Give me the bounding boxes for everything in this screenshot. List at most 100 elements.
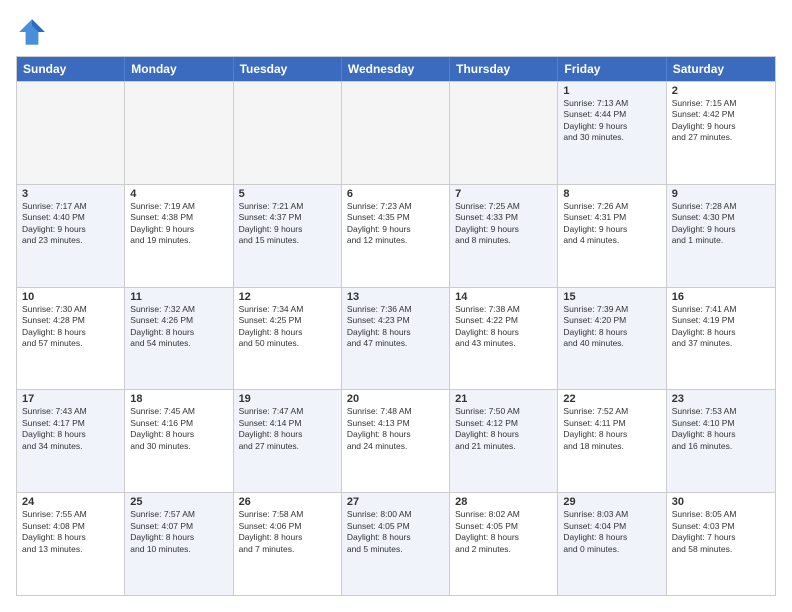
day-number: 27 [347,496,444,508]
cell-info: Sunrise: 7:21 AM Sunset: 4:37 PM Dayligh… [239,201,336,247]
day-number: 13 [347,291,444,303]
calendar-cell: 3Sunrise: 7:17 AM Sunset: 4:40 PM Daylig… [17,185,125,287]
calendar-cell: 1Sunrise: 7:13 AM Sunset: 4:44 PM Daylig… [558,82,666,184]
cell-info: Sunrise: 7:28 AM Sunset: 4:30 PM Dayligh… [672,201,770,247]
day-number: 8 [563,188,660,200]
day-number: 1 [563,85,660,97]
cell-info: Sunrise: 7:57 AM Sunset: 4:07 PM Dayligh… [130,509,227,555]
calendar-cell: 27Sunrise: 8:00 AM Sunset: 4:05 PM Dayli… [342,493,450,595]
cell-info: Sunrise: 7:41 AM Sunset: 4:19 PM Dayligh… [672,304,770,350]
calendar-cell: 18Sunrise: 7:45 AM Sunset: 4:16 PM Dayli… [125,390,233,492]
cell-info: Sunrise: 7:53 AM Sunset: 4:10 PM Dayligh… [672,406,770,452]
calendar-row-3: 10Sunrise: 7:30 AM Sunset: 4:28 PM Dayli… [17,287,775,390]
cell-info: Sunrise: 7:25 AM Sunset: 4:33 PM Dayligh… [455,201,552,247]
cell-info: Sunrise: 7:13 AM Sunset: 4:44 PM Dayligh… [563,98,660,144]
calendar-cell: 14Sunrise: 7:38 AM Sunset: 4:22 PM Dayli… [450,288,558,390]
cell-info: Sunrise: 7:19 AM Sunset: 4:38 PM Dayligh… [130,201,227,247]
day-number: 21 [455,393,552,405]
weekday-header-wednesday: Wednesday [342,57,450,81]
calendar-cell: 19Sunrise: 7:47 AM Sunset: 4:14 PM Dayli… [234,390,342,492]
cell-info: Sunrise: 7:36 AM Sunset: 4:23 PM Dayligh… [347,304,444,350]
day-number: 17 [22,393,119,405]
calendar-cell: 6Sunrise: 7:23 AM Sunset: 4:35 PM Daylig… [342,185,450,287]
day-number: 3 [22,188,119,200]
calendar-cell: 5Sunrise: 7:21 AM Sunset: 4:37 PM Daylig… [234,185,342,287]
weekday-header-monday: Monday [125,57,233,81]
day-number: 26 [239,496,336,508]
day-number: 22 [563,393,660,405]
day-number: 10 [22,291,119,303]
day-number: 23 [672,393,770,405]
cell-info: Sunrise: 8:00 AM Sunset: 4:05 PM Dayligh… [347,509,444,555]
cell-info: Sunrise: 7:23 AM Sunset: 4:35 PM Dayligh… [347,201,444,247]
weekday-header-tuesday: Tuesday [234,57,342,81]
day-number: 7 [455,188,552,200]
cell-info: Sunrise: 7:26 AM Sunset: 4:31 PM Dayligh… [563,201,660,247]
calendar-cell: 22Sunrise: 7:52 AM Sunset: 4:11 PM Dayli… [558,390,666,492]
calendar-row-4: 17Sunrise: 7:43 AM Sunset: 4:17 PM Dayli… [17,389,775,492]
day-number: 15 [563,291,660,303]
day-number: 9 [672,188,770,200]
cell-info: Sunrise: 7:47 AM Sunset: 4:14 PM Dayligh… [239,406,336,452]
calendar-cell: 4Sunrise: 7:19 AM Sunset: 4:38 PM Daylig… [125,185,233,287]
calendar-cell: 9Sunrise: 7:28 AM Sunset: 4:30 PM Daylig… [667,185,775,287]
day-number: 4 [130,188,227,200]
day-number: 19 [239,393,336,405]
day-number: 24 [22,496,119,508]
header [16,16,776,48]
calendar-cell: 15Sunrise: 7:39 AM Sunset: 4:20 PM Dayli… [558,288,666,390]
day-number: 14 [455,291,552,303]
day-number: 28 [455,496,552,508]
calendar-cell: 24Sunrise: 7:55 AM Sunset: 4:08 PM Dayli… [17,493,125,595]
cell-info: Sunrise: 8:02 AM Sunset: 4:05 PM Dayligh… [455,509,552,555]
day-number: 25 [130,496,227,508]
cell-info: Sunrise: 7:38 AM Sunset: 4:22 PM Dayligh… [455,304,552,350]
calendar-cell: 7Sunrise: 7:25 AM Sunset: 4:33 PM Daylig… [450,185,558,287]
weekday-header-sunday: Sunday [17,57,125,81]
calendar-cell: 8Sunrise: 7:26 AM Sunset: 4:31 PM Daylig… [558,185,666,287]
calendar-cell: 23Sunrise: 7:53 AM Sunset: 4:10 PM Dayli… [667,390,775,492]
calendar-cell [450,82,558,184]
cell-info: Sunrise: 7:34 AM Sunset: 4:25 PM Dayligh… [239,304,336,350]
calendar-cell: 17Sunrise: 7:43 AM Sunset: 4:17 PM Dayli… [17,390,125,492]
cell-info: Sunrise: 7:48 AM Sunset: 4:13 PM Dayligh… [347,406,444,452]
cell-info: Sunrise: 7:15 AM Sunset: 4:42 PM Dayligh… [672,98,770,144]
calendar-row-1: 1Sunrise: 7:13 AM Sunset: 4:44 PM Daylig… [17,81,775,184]
cell-info: Sunrise: 8:03 AM Sunset: 4:04 PM Dayligh… [563,509,660,555]
calendar-cell: 21Sunrise: 7:50 AM Sunset: 4:12 PM Dayli… [450,390,558,492]
day-number: 12 [239,291,336,303]
calendar-cell: 26Sunrise: 7:58 AM Sunset: 4:06 PM Dayli… [234,493,342,595]
cell-info: Sunrise: 7:43 AM Sunset: 4:17 PM Dayligh… [22,406,119,452]
weekday-header-thursday: Thursday [450,57,558,81]
calendar-cell: 30Sunrise: 8:05 AM Sunset: 4:03 PM Dayli… [667,493,775,595]
cell-info: Sunrise: 8:05 AM Sunset: 4:03 PM Dayligh… [672,509,770,555]
cell-info: Sunrise: 7:50 AM Sunset: 4:12 PM Dayligh… [455,406,552,452]
weekday-header-saturday: Saturday [667,57,775,81]
calendar-header: SundayMondayTuesdayWednesdayThursdayFrid… [17,57,775,81]
calendar-cell: 10Sunrise: 7:30 AM Sunset: 4:28 PM Dayli… [17,288,125,390]
day-number: 30 [672,496,770,508]
page: SundayMondayTuesdayWednesdayThursdayFrid… [0,0,792,612]
logo [16,16,52,48]
calendar-cell: 29Sunrise: 8:03 AM Sunset: 4:04 PM Dayli… [558,493,666,595]
calendar: SundayMondayTuesdayWednesdayThursdayFrid… [16,56,776,596]
day-number: 18 [130,393,227,405]
day-number: 16 [672,291,770,303]
calendar-cell [125,82,233,184]
logo-icon [16,16,48,48]
calendar-cell: 11Sunrise: 7:32 AM Sunset: 4:26 PM Dayli… [125,288,233,390]
calendar-cell: 25Sunrise: 7:57 AM Sunset: 4:07 PM Dayli… [125,493,233,595]
cell-info: Sunrise: 7:17 AM Sunset: 4:40 PM Dayligh… [22,201,119,247]
calendar-cell [17,82,125,184]
calendar-cell: 12Sunrise: 7:34 AM Sunset: 4:25 PM Dayli… [234,288,342,390]
day-number: 2 [672,85,770,97]
day-number: 11 [130,291,227,303]
calendar-cell: 16Sunrise: 7:41 AM Sunset: 4:19 PM Dayli… [667,288,775,390]
cell-info: Sunrise: 7:55 AM Sunset: 4:08 PM Dayligh… [22,509,119,555]
weekday-header-friday: Friday [558,57,666,81]
calendar-cell: 13Sunrise: 7:36 AM Sunset: 4:23 PM Dayli… [342,288,450,390]
cell-info: Sunrise: 7:45 AM Sunset: 4:16 PM Dayligh… [130,406,227,452]
calendar-cell: 28Sunrise: 8:02 AM Sunset: 4:05 PM Dayli… [450,493,558,595]
calendar-row-2: 3Sunrise: 7:17 AM Sunset: 4:40 PM Daylig… [17,184,775,287]
cell-info: Sunrise: 7:32 AM Sunset: 4:26 PM Dayligh… [130,304,227,350]
